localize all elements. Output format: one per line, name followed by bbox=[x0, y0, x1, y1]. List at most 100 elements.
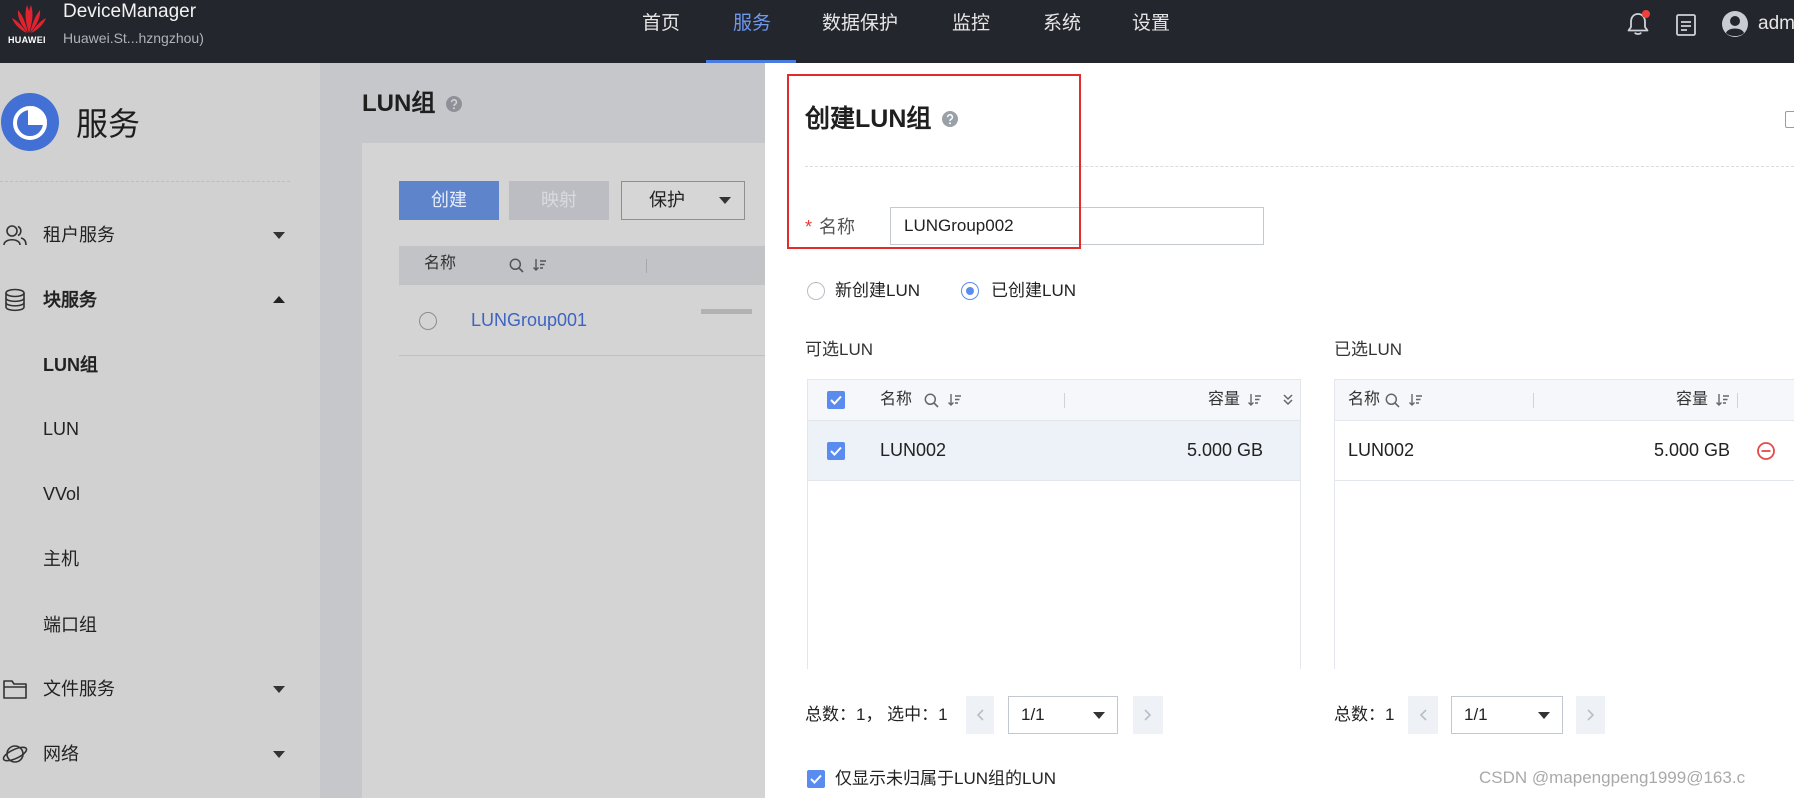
sidebar-item-label: 块服务 bbox=[43, 290, 97, 310]
sidebar-item-label: 租户服务 bbox=[43, 225, 115, 245]
sidebar-item-network[interactable]: 网络 bbox=[0, 729, 290, 779]
chevron-down-icon[interactable] bbox=[273, 749, 285, 759]
next-page-button[interactable] bbox=[1576, 696, 1605, 734]
search-icon[interactable] bbox=[924, 393, 939, 408]
user-menu[interactable]: admi bbox=[1758, 11, 1794, 37]
unassigned-only-checkbox[interactable] bbox=[807, 770, 825, 788]
column-header-name: 名称 bbox=[880, 391, 913, 408]
selected-lun-title: 已选LUN bbox=[1334, 340, 1403, 359]
chevron-down-icon[interactable] bbox=[273, 684, 285, 694]
sidebar-item-label: 文件服务 bbox=[43, 679, 115, 699]
app-title: DeviceManager bbox=[63, 1, 197, 22]
sidebar-item-label: 主机 bbox=[43, 549, 79, 569]
table-header: 名称 容量 bbox=[808, 380, 1300, 421]
page-select-value: 1/1 bbox=[1021, 705, 1045, 724]
sidebar-item-port-group[interactable]: 端口组 bbox=[0, 600, 290, 650]
column-header-capacity: 容量 bbox=[1676, 391, 1709, 408]
column-divider[interactable] bbox=[1064, 393, 1065, 408]
sidebar-item-file-services[interactable]: 文件服务 bbox=[0, 664, 290, 714]
lun-group-card: 创建 映射 保护 名称 LUNGroup001 bbox=[362, 143, 765, 798]
expand-columns-icon[interactable] bbox=[1282, 393, 1294, 407]
table-row[interactable]: LUNGroup001 bbox=[399, 285, 765, 356]
task-list-icon[interactable] bbox=[1673, 12, 1699, 38]
select-all-checkbox[interactable] bbox=[827, 391, 845, 409]
prev-page-button[interactable] bbox=[966, 696, 994, 734]
nav-data-protection[interactable]: 数据保护 bbox=[815, 0, 905, 60]
sidebar-item-label: VVol bbox=[43, 484, 81, 504]
sidebar-item-host[interactable]: 主机 bbox=[0, 534, 290, 584]
sidebar-item-lun[interactable]: LUN bbox=[0, 404, 290, 454]
nav-monitor[interactable]: 监控 bbox=[926, 0, 1016, 60]
user-avatar-icon[interactable] bbox=[1721, 10, 1749, 38]
nav-home[interactable]: 首页 bbox=[616, 0, 706, 60]
sort-icon[interactable] bbox=[1248, 393, 1262, 407]
search-icon[interactable] bbox=[1385, 393, 1400, 408]
remove-circle-icon[interactable] bbox=[1756, 441, 1776, 461]
column-header-name: 名称 bbox=[424, 255, 457, 272]
page-select[interactable]: 1/1 bbox=[1008, 696, 1118, 734]
available-total-count: 总数：1， 选中：1 bbox=[805, 705, 948, 724]
top-bar: HUAWEI DeviceManager Huawei.St...hzngzho… bbox=[0, 0, 1794, 63]
radio-existing-lun[interactable] bbox=[961, 282, 979, 300]
highlight-annotation-box bbox=[787, 74, 1081, 249]
column-divider[interactable] bbox=[1533, 393, 1534, 408]
sidebar-item-block-services[interactable]: 块服务 bbox=[0, 275, 290, 325]
map-button[interactable]: 映射 bbox=[509, 181, 609, 220]
service-pie-icon bbox=[1, 93, 59, 151]
protect-dropdown[interactable]: 保护 bbox=[621, 181, 745, 220]
bell-icon[interactable] bbox=[1624, 10, 1652, 38]
radio-existing-lun-label[interactable]: 已创建LUN bbox=[991, 279, 1076, 303]
chevron-down-icon[interactable] bbox=[273, 230, 285, 240]
notification-dot bbox=[1642, 10, 1650, 18]
lun-capacity-cell: 5.000 GB bbox=[1186, 440, 1263, 460]
unassigned-only-label[interactable]: 仅显示未归属于LUN组的LUN bbox=[835, 767, 1056, 791]
sidebar-item-tenant-services[interactable]: 租户服务 bbox=[0, 210, 290, 260]
table-row[interactable]: LUN002 5.000 GB bbox=[808, 421, 1300, 481]
protect-dropdown-label: 保护 bbox=[649, 190, 685, 210]
sort-icon[interactable] bbox=[533, 258, 547, 272]
column-divider[interactable] bbox=[646, 259, 647, 273]
database-icon bbox=[2, 287, 28, 313]
row-checkbox[interactable] bbox=[827, 442, 845, 460]
next-page-button[interactable] bbox=[1133, 696, 1163, 734]
nav-services[interactable]: 服务 bbox=[707, 0, 797, 60]
main-content: LUN组 创建 映射 保护 名称 LUNGroup001 bbox=[320, 63, 765, 798]
sort-icon[interactable] bbox=[948, 393, 962, 407]
user-name: admi bbox=[1758, 13, 1794, 34]
table-row[interactable]: LUN002 5.000 GB bbox=[1335, 421, 1794, 481]
sidebar-item-label: 网络 bbox=[43, 744, 79, 764]
table-header: 名称 bbox=[399, 246, 765, 285]
chevron-up-icon[interactable] bbox=[273, 295, 285, 305]
lun-name-cell: LUN002 bbox=[880, 440, 947, 460]
radio-new-lun-label[interactable]: 新创建LUN bbox=[835, 279, 920, 303]
prev-page-button[interactable] bbox=[1408, 696, 1438, 734]
maximize-button[interactable] bbox=[1785, 111, 1794, 128]
sort-icon[interactable] bbox=[1409, 393, 1423, 407]
lun-group-link[interactable]: LUNGroup001 bbox=[471, 285, 587, 356]
help-icon[interactable] bbox=[446, 96, 462, 112]
search-icon[interactable] bbox=[509, 258, 524, 273]
create-button[interactable]: 创建 bbox=[399, 181, 499, 220]
tenant-users-icon bbox=[2, 222, 28, 248]
nav-system[interactable]: 系统 bbox=[1017, 0, 1107, 60]
row-radio[interactable] bbox=[419, 312, 437, 330]
lun-capacity-cell: 5.000 GB bbox=[1653, 440, 1730, 460]
watermark: CSDN @mapengpeng1999@163.c bbox=[1479, 768, 1746, 787]
nav-settings[interactable]: 设置 bbox=[1106, 0, 1196, 60]
sidebar-title: 服务 bbox=[76, 106, 141, 142]
sidebar-item-lun-group[interactable]: LUN组 bbox=[0, 340, 290, 390]
sidebar-item-label: LUN bbox=[43, 419, 80, 439]
sidebar-item-vvol[interactable]: VVol bbox=[0, 469, 290, 519]
huawei-logo[interactable]: HUAWEI bbox=[6, 2, 52, 48]
available-lun-title: 可选LUN bbox=[805, 340, 874, 359]
column-divider[interactable] bbox=[1737, 393, 1738, 408]
sort-icon[interactable] bbox=[1716, 393, 1730, 407]
sidebar-item-label: 端口组 bbox=[43, 615, 97, 635]
page-select-value: 1/1 bbox=[1464, 705, 1488, 724]
huawei-logo-icon bbox=[12, 5, 46, 33]
column-header-name: 名称 bbox=[1348, 391, 1381, 408]
page-select[interactable]: 1/1 bbox=[1451, 696, 1563, 734]
row-placeholder-bar bbox=[701, 309, 752, 314]
selected-lun-table: 名称 容量 LUN002 5.000 GB bbox=[1334, 379, 1794, 669]
radio-new-lun[interactable] bbox=[807, 282, 825, 300]
